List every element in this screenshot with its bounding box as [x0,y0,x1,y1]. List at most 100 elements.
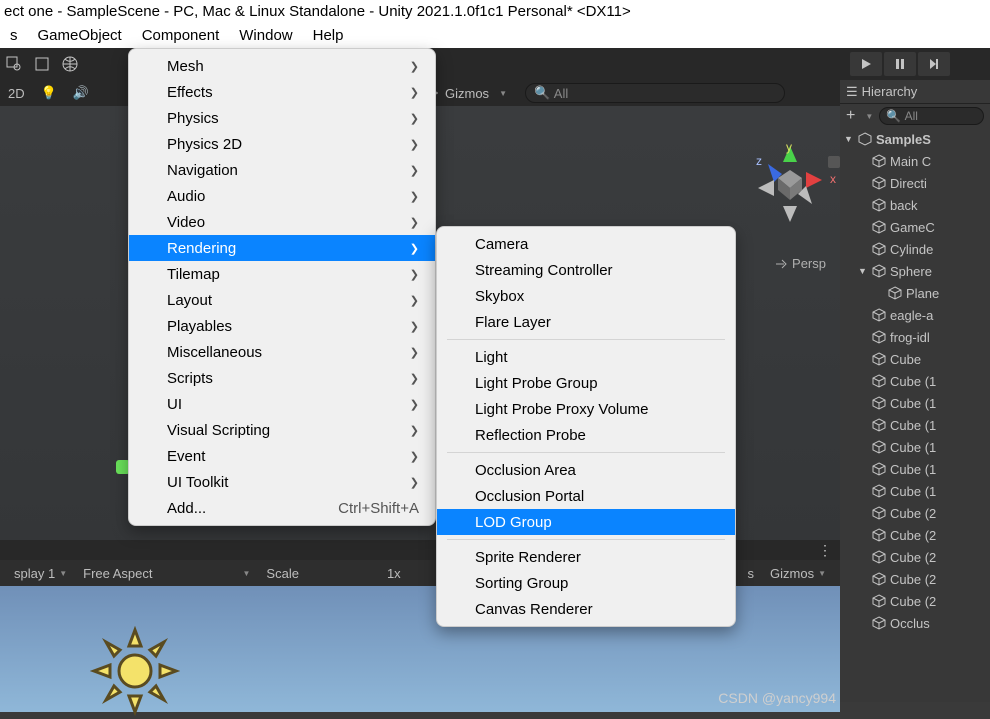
menu-item-ui[interactable]: UI❯ [129,391,435,417]
view-2d-toggle[interactable]: 2D [0,86,33,101]
menu-item-scripts[interactable]: Scripts❯ [129,365,435,391]
hierarchy-search-input[interactable]: 🔍 All [879,107,984,125]
rect-tool-icon[interactable] [28,52,56,76]
hierarchy-item[interactable]: Cube (2 [840,502,990,524]
menu-item-tilemap[interactable]: Tilemap❯ [129,261,435,287]
menu-help[interactable]: Help [303,25,354,46]
menu-item-light-probe-proxy-volume[interactable]: Light Probe Proxy Volume [437,396,735,422]
menu-component[interactable]: Component [132,25,230,46]
hierarchy-item[interactable]: Main C [840,150,990,172]
menu-item-flare-layer[interactable]: Flare Layer [437,309,735,335]
hierarchy-item[interactable]: frog-idl [840,326,990,348]
audio-toggle-icon[interactable]: 🔊 [65,85,97,101]
hierarchy-item[interactable]: Plane [840,282,990,304]
menu-item-camera[interactable]: Camera [437,231,735,257]
menu-item-canvas-renderer[interactable]: Canvas Renderer [437,596,735,622]
orientation-gizmo[interactable]: y x z [750,144,830,224]
menu-item-light-probe-group[interactable]: Light Probe Group [437,370,735,396]
gameobject-icon [872,198,886,212]
menu-item[interactable]: s [0,25,28,46]
gameobject-icon [872,330,886,344]
hierarchy-item[interactable]: eagle-a [840,304,990,326]
hierarchy-item[interactable]: Cube (2 [840,524,990,546]
perspective-label[interactable]: Persp [774,256,826,271]
globe-tool-icon[interactable] [56,52,84,76]
menu-item-ui-toolkit[interactable]: UI Toolkit❯ [129,469,435,495]
display-dropdown[interactable]: splay 1▼ [6,566,75,581]
menu-item-visual-scripting[interactable]: Visual Scripting❯ [129,417,435,443]
hierarchy-tab[interactable]: ☰ Hierarchy [840,80,990,104]
game-s-toggle[interactable]: s [740,566,763,581]
gameobject-icon [872,154,886,168]
hierarchy-item[interactable]: Cube (1 [840,392,990,414]
hierarchy-item[interactable]: Cube [840,348,990,370]
menu-item-audio[interactable]: Audio❯ [129,183,435,209]
hierarchy-panel: ☰ Hierarchy + ▼ 🔍 All ▼SampleSMain CDire… [840,80,990,702]
hierarchy-item[interactable]: Occlus [840,612,990,634]
chevron-right-icon: ❯ [410,320,419,333]
menu-item-occlusion-portal[interactable]: Occlusion Portal [437,483,735,509]
menu-item-skybox[interactable]: Skybox [437,283,735,309]
hierarchy-item[interactable]: Cube (2 [840,546,990,568]
chevron-right-icon: ❯ [410,86,419,99]
window-title: ect one - SampleScene - PC, Mac & Linux … [0,0,990,22]
chevron-down-icon[interactable]: ▼ [865,112,873,121]
hierarchy-item[interactable]: GameC [840,216,990,238]
hierarchy-item[interactable]: Cube (1 [840,458,990,480]
menu-item-occlusion-area[interactable]: Occlusion Area [437,457,735,483]
expand-arrow-icon[interactable]: ▼ [858,266,868,276]
menu-window[interactable]: Window [229,25,302,46]
chevron-right-icon: ❯ [410,190,419,203]
gameobject-icon [872,352,886,366]
game-gizmos-dropdown[interactable]: Gizmos▼ [762,566,834,581]
chevron-right-icon: ❯ [410,372,419,385]
play-button[interactable] [850,52,882,76]
menu-item-sorting-group[interactable]: Sorting Group [437,570,735,596]
hierarchy-item[interactable]: Cube (1 [840,480,990,502]
scene-search-input[interactable]: 🔍 All [525,83,785,103]
menu-item-navigation[interactable]: Navigation❯ [129,157,435,183]
menu-item-mesh[interactable]: Mesh❯ [129,53,435,79]
expand-arrow-icon[interactable]: ▼ [844,134,854,144]
menu-gameobject[interactable]: GameObject [28,25,132,46]
kebab-menu-icon[interactable]: ⋮ [818,542,832,559]
hierarchy-item[interactable]: Cube (1 [840,414,990,436]
hierarchy-item[interactable]: Cube (1 [840,370,990,392]
aspect-dropdown[interactable]: Free Aspect▼ [75,566,258,581]
hierarchy-item[interactable]: Cube (2 [840,590,990,612]
menu-item-layout[interactable]: Layout❯ [129,287,435,313]
scene-root[interactable]: ▼SampleS [840,128,990,150]
chevron-right-icon: ❯ [410,398,419,411]
chevron-right-icon: ❯ [410,112,419,125]
step-button[interactable] [918,52,950,76]
menu-item-physics-2d[interactable]: Physics 2D❯ [129,131,435,157]
menu-item-miscellaneous[interactable]: Miscellaneous❯ [129,339,435,365]
hierarchy-item[interactable]: Cylinde [840,238,990,260]
menu-item-effects[interactable]: Effects❯ [129,79,435,105]
gameobject-icon [872,220,886,234]
menu-item-rendering[interactable]: Rendering❯ [129,235,435,261]
playback-controls [850,52,950,76]
hierarchy-item[interactable]: ▼Sphere [840,260,990,282]
menu-item-sprite-renderer[interactable]: Sprite Renderer [437,544,735,570]
menu-item-playables[interactable]: Playables❯ [129,313,435,339]
hierarchy-item[interactable]: Directi [840,172,990,194]
gameobject-icon [872,242,886,256]
hierarchy-item[interactable]: Cube (2 [840,568,990,590]
menu-item-physics[interactable]: Physics❯ [129,105,435,131]
light-toggle-icon[interactable]: 💡 [33,85,65,101]
pause-button[interactable] [884,52,916,76]
watermark: CSDN @yancy994 [718,690,836,706]
hierarchy-item[interactable]: Cube (1 [840,436,990,458]
pivot-toggle-icon[interactable] [0,52,28,76]
menu-item-video[interactable]: Video❯ [129,209,435,235]
add-button[interactable]: + [846,107,855,125]
menu-item-add-[interactable]: Add...Ctrl+Shift+A [129,495,435,521]
hierarchy-item[interactable]: back [840,194,990,216]
menu-item-lod-group[interactable]: LOD Group [437,509,735,535]
menu-item-streaming-controller[interactable]: Streaming Controller [437,257,735,283]
menu-item-reflection-probe[interactable]: Reflection Probe [437,422,735,448]
gameobject-icon [872,550,886,564]
menu-item-event[interactable]: Event❯ [129,443,435,469]
menu-item-light[interactable]: Light [437,344,735,370]
